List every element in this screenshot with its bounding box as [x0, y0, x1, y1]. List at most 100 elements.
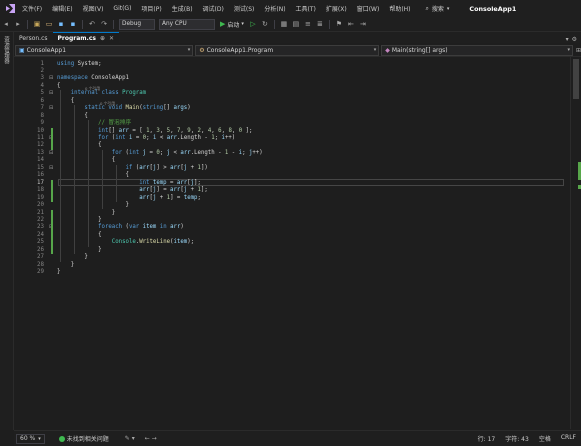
- close-icon[interactable]: ✕: [109, 35, 114, 42]
- code-line[interactable]: 9 // 冒泡排序: [14, 120, 570, 127]
- member-dropdown[interactable]: ◆ Main(string[] args) ▾: [381, 44, 573, 56]
- menu-edit[interactable]: 编辑(E): [47, 4, 77, 13]
- code-line[interactable]: 12 {: [14, 142, 570, 149]
- line-number: 3: [40, 75, 45, 82]
- code-line[interactable]: 15 ⊟ if (arr[j] > arr[j + 1]): [14, 165, 570, 172]
- menu-git[interactable]: Git(G): [108, 5, 136, 12]
- menu-build[interactable]: 生成(B): [167, 4, 198, 13]
- code-editor[interactable]: 1 using System; 2 3 ⊟ namespace ConsoleApp1 4{…: [14, 57, 570, 429]
- forward-icon[interactable]: ▸: [14, 20, 23, 29]
- code-line[interactable]: 20 }: [14, 202, 570, 209]
- menu-project[interactable]: 项目(P): [136, 4, 166, 13]
- check-circle-icon: [58, 435, 65, 442]
- undo-icon[interactable]: ↶: [88, 20, 97, 29]
- code-cleanup-icon[interactable]: ✎ ▾: [125, 435, 135, 442]
- menu-tools[interactable]: 工具(T): [291, 4, 321, 13]
- solution-explorer-tab[interactable]: 资源管理器: [2, 36, 10, 64]
- menu-file[interactable]: 文件(F): [17, 4, 47, 13]
- search-box[interactable]: ⌕ 搜索 ▾: [422, 4, 454, 14]
- start-button[interactable]: ▶ 启动 ▾: [220, 20, 244, 29]
- vertical-scrollbar[interactable]: [570, 57, 581, 429]
- platform-select[interactable]: Any CPU: [159, 18, 215, 30]
- collapse-icon[interactable]: ⊟: [49, 76, 54, 81]
- layout-icon[interactable]: ▦: [279, 20, 288, 29]
- code-text: {: [98, 231, 102, 238]
- code-line[interactable]: 11⊟ for (int i = 0; i < arr.Length - 1; …: [14, 135, 570, 142]
- code-line[interactable]: 29}: [14, 269, 570, 276]
- collapse-icon[interactable]: ⊟: [49, 150, 54, 156]
- code-line[interactable]: 28 }: [14, 262, 570, 269]
- split-editor-icon[interactable]: ⊞: [576, 47, 581, 54]
- collapse-icon[interactable]: ⊟: [49, 106, 54, 111]
- code-line[interactable]: 26 }: [14, 247, 570, 254]
- code-line[interactable]: 27 }: [14, 254, 570, 261]
- tab-dropdown-icon[interactable]: ▾: [566, 36, 569, 43]
- redo-icon[interactable]: ↷: [100, 20, 109, 29]
- code-line[interactable]: 18 arr[j] = arr[j + 1];: [14, 187, 570, 194]
- save-all-icon[interactable]: ▪: [69, 20, 78, 29]
- tab-program-cs[interactable]: Program.cs ⊕ ✕: [52, 32, 120, 43]
- tab-person-cs[interactable]: Person.cs: [14, 33, 53, 43]
- pin-icon[interactable]: ⊕: [100, 35, 105, 42]
- code-line[interactable]: 24 {: [14, 232, 570, 239]
- configuration-value: Debug: [122, 21, 142, 27]
- menu-extensions[interactable]: 扩展(X): [321, 4, 352, 13]
- code-text: }: [125, 202, 129, 209]
- code-line[interactable]: 8 {: [14, 113, 570, 120]
- code-line[interactable]: 22 }: [14, 217, 570, 224]
- settings-icon[interactable]: ⚙: [572, 36, 577, 43]
- code-line[interactable]: 17 int temp = arr[j];: [14, 180, 570, 187]
- line-ending[interactable]: CRLF: [561, 434, 576, 443]
- code-line[interactable]: 13 ⊟ for (int j = 0; j < arr.Length - 1 -…: [14, 150, 570, 157]
- class-dropdown[interactable]: ⚙ ConsoleApp1.Program ▾: [195, 44, 380, 56]
- menu-help[interactable]: 帮助(H): [384, 4, 415, 13]
- bookmark-next-icon[interactable]: ⇥: [358, 20, 367, 29]
- bookmark-icon[interactable]: ⚑: [334, 20, 343, 29]
- new-item-icon[interactable]: ▣: [33, 20, 42, 29]
- code-line[interactable]: 5 ⊟ internal class Program: [14, 90, 570, 97]
- open-folder-icon[interactable]: ▭: [45, 20, 54, 29]
- code-line[interactable]: 23⊟ foreach (var item in arr): [14, 224, 570, 231]
- menu-bar: 文件(F) 编辑(E) 视图(V) Git(G) 项目(P) 生成(B) 调试(…: [0, 0, 581, 17]
- issues-indicator[interactable]: 未找到相关问题: [58, 434, 109, 443]
- indent-mode[interactable]: 空格: [539, 434, 551, 443]
- line-number: 27: [37, 254, 44, 261]
- toolbox-icon[interactable]: ▤: [291, 20, 300, 29]
- code-line[interactable]: 21 }: [14, 210, 570, 217]
- line-number: 26: [37, 246, 44, 253]
- code-line[interactable]: 19 arr[j + 1] = temp;: [14, 195, 570, 202]
- code-line[interactable]: 7 ⊟ static void Main(string[] args): [14, 105, 570, 112]
- visual-studio-logo-icon[interactable]: [3, 2, 17, 16]
- menu-window[interactable]: 窗口(W): [352, 4, 385, 13]
- comment-icon[interactable]: ≡: [303, 20, 312, 29]
- project-name: ConsoleApp1: [26, 46, 67, 54]
- zoom-select[interactable]: 60 % ▾: [16, 433, 45, 444]
- project-dropdown[interactable]: ▣ ConsoleApp1 ▾: [15, 44, 194, 56]
- code-line[interactable]: 6 {: [14, 98, 570, 105]
- back-icon[interactable]: ◂: [2, 20, 11, 29]
- navigation-bar: ▣ ConsoleApp1 ▾ ⚙ ConsoleApp1.Program ▾ …: [14, 44, 581, 57]
- bookmark-prev-icon[interactable]: ⇤: [346, 20, 355, 29]
- code-line[interactable]: 2: [14, 68, 570, 75]
- code-line[interactable]: 3 ⊟ namespace ConsoleApp1: [14, 75, 570, 82]
- hot-reload-icon[interactable]: ↻: [260, 20, 269, 29]
- start-without-debugging-icon[interactable]: ▷: [248, 20, 257, 29]
- code-line[interactable]: 1 using System;: [14, 61, 570, 68]
- collapse-icon[interactable]: ⊟: [49, 165, 54, 171]
- code-line[interactable]: 25 Console.WriteLine(item);: [14, 239, 570, 246]
- menu-test[interactable]: 测试(S): [229, 4, 260, 13]
- scrollbar-thumb[interactable]: [573, 59, 579, 99]
- tab-label: Program.cs: [57, 34, 96, 42]
- char-position[interactable]: 字符: 43: [505, 434, 529, 443]
- code-line[interactable]: 10 int[] arr = [ 1, 3, 5, 7, 9, 2, 4, 6,…: [14, 128, 570, 135]
- line-position[interactable]: 行: 17: [478, 434, 496, 443]
- navigate-icons[interactable]: ← →: [145, 435, 157, 442]
- menu-analyze[interactable]: 分析(N): [259, 4, 290, 13]
- code-line[interactable]: 14 {: [14, 157, 570, 164]
- uncomment-icon[interactable]: ≣: [315, 20, 324, 29]
- menu-debug[interactable]: 调试(D): [198, 4, 229, 13]
- menu-view[interactable]: 视图(V): [78, 4, 109, 13]
- configuration-select[interactable]: Debug: [119, 18, 155, 30]
- save-icon[interactable]: ▪: [57, 20, 66, 29]
- collapse-icon[interactable]: ⊟: [49, 91, 54, 96]
